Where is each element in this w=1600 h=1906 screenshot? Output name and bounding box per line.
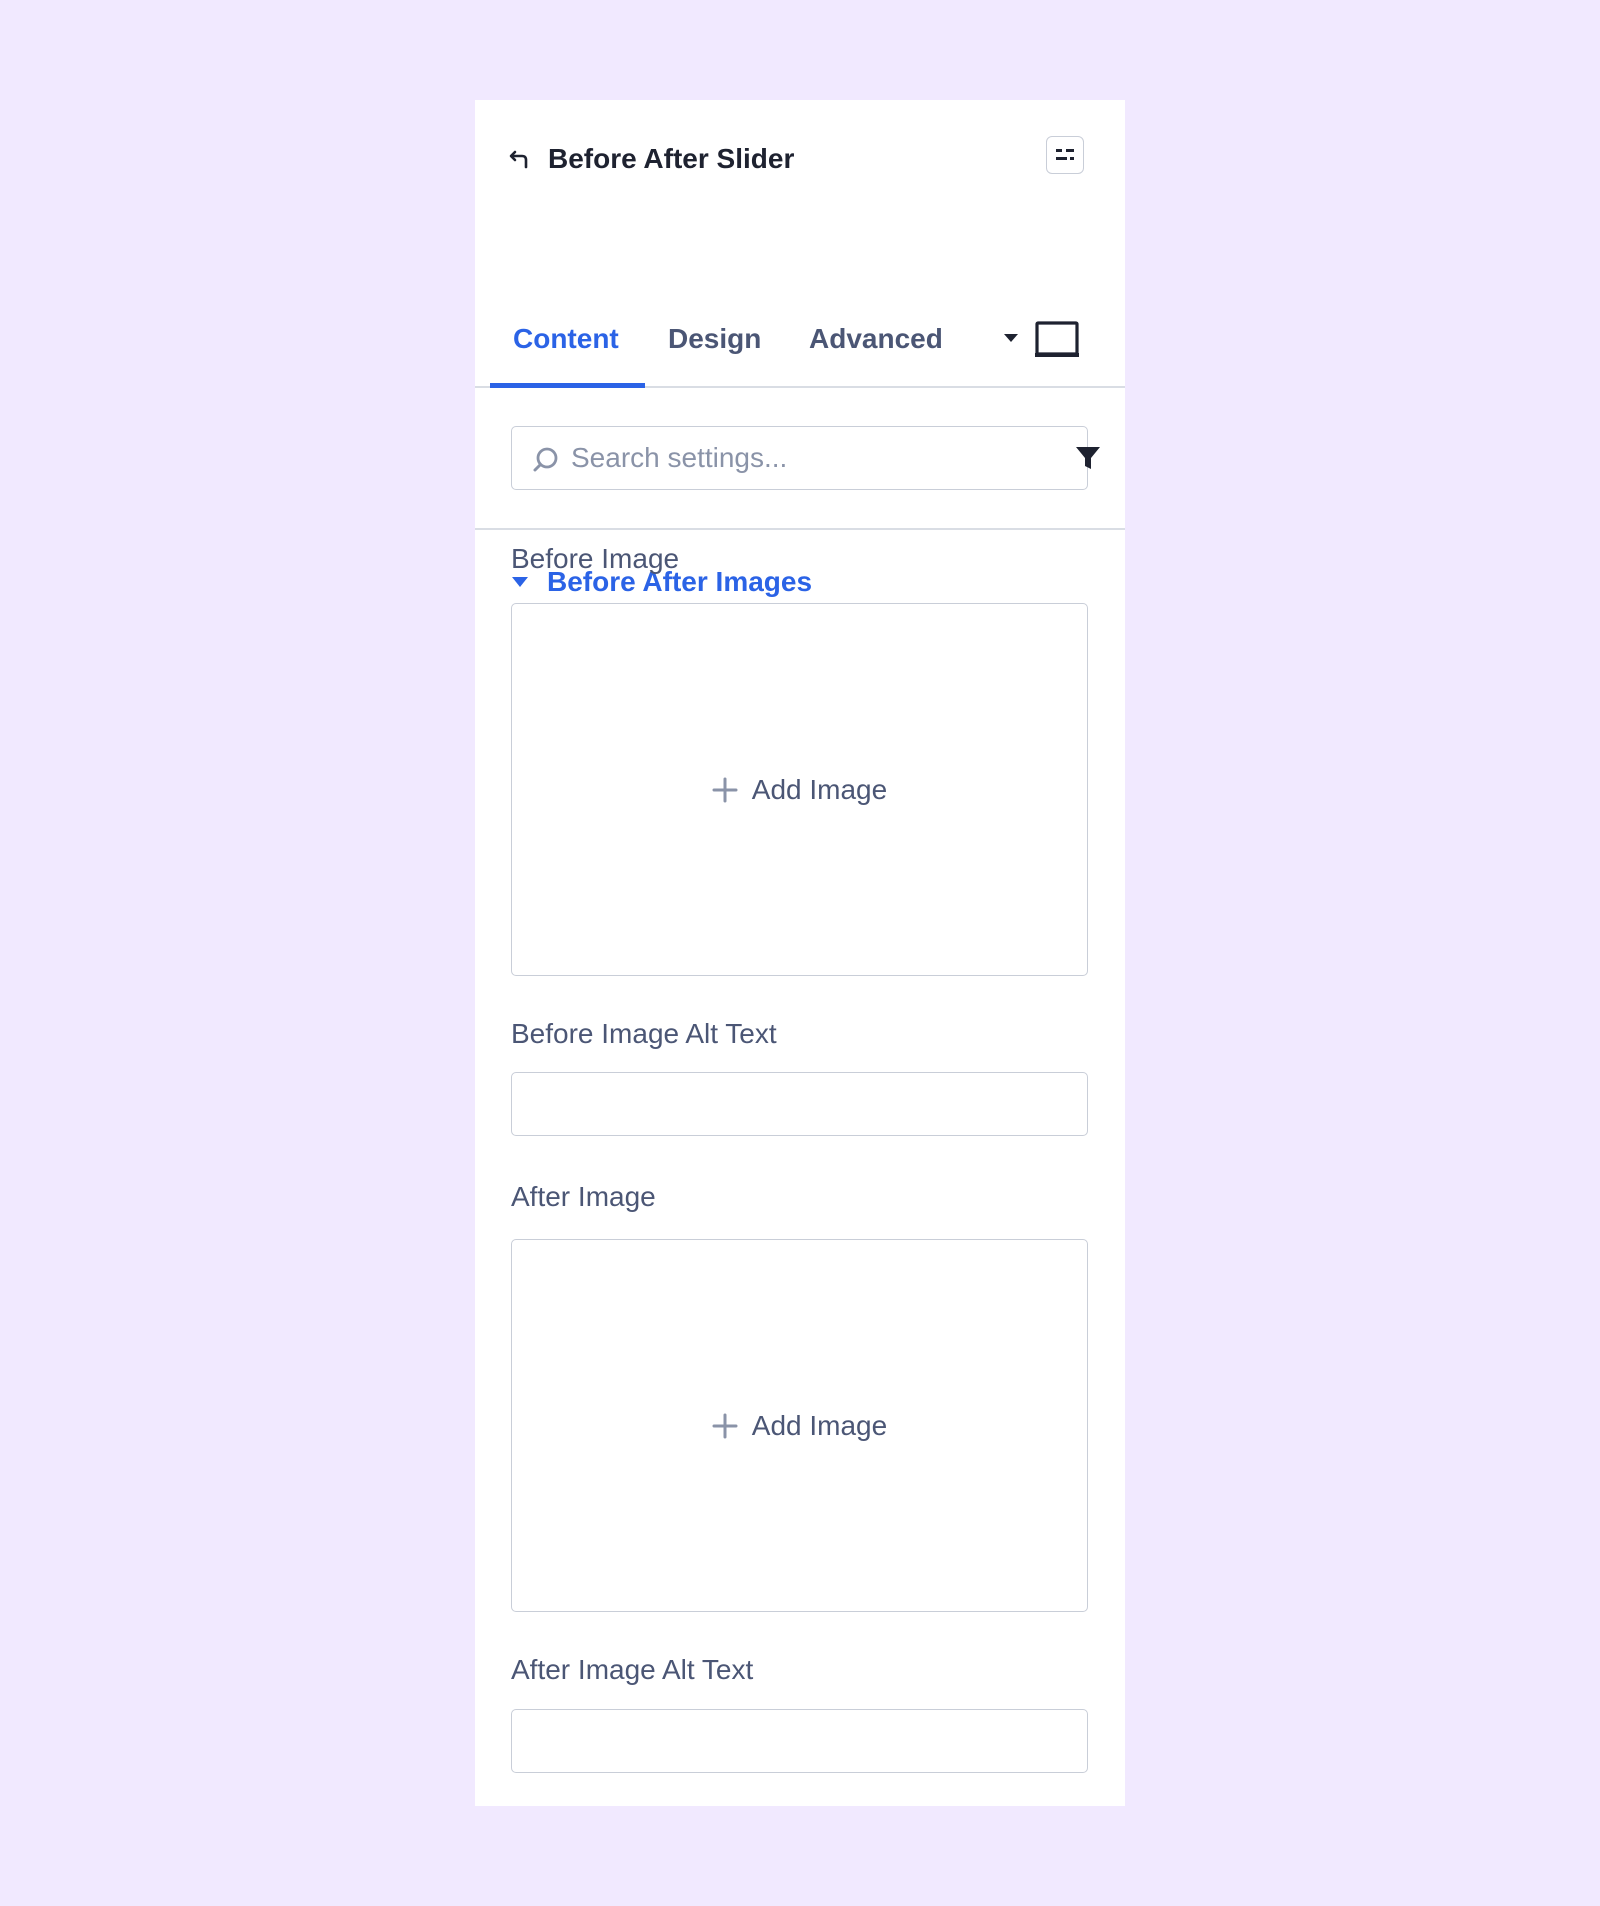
layout-toggle-button[interactable]	[1046, 136, 1084, 174]
before-image-dropzone[interactable]: Add Image	[511, 603, 1088, 976]
search-input[interactable]	[571, 437, 1011, 479]
add-before-image-button[interactable]: Add Image	[712, 773, 887, 807]
before-alt-text-field[interactable]	[511, 1072, 1088, 1136]
add-after-image-button[interactable]: Add Image	[712, 1409, 887, 1443]
device-dropdown-button[interactable]	[1001, 330, 1021, 346]
add-image-label: Add Image	[751, 773, 888, 805]
search-section	[475, 388, 1125, 530]
before-image-label: Before Image	[511, 543, 680, 574]
panel-header: Before After Slider	[475, 100, 1125, 220]
tab-content[interactable]: Content	[513, 322, 619, 356]
add-image-label: Add Image	[751, 1409, 888, 1441]
plus-icon	[712, 1413, 738, 1438]
after-alt-label: After Image Alt Text	[511, 1654, 754, 1685]
search-icon	[533, 447, 558, 472]
after-image-dropzone[interactable]: Add Image	[511, 1239, 1088, 1612]
desktop-device-button[interactable]	[1034, 320, 1080, 358]
after-alt-text-field[interactable]	[511, 1709, 1088, 1773]
settings-panel: Before After Slider Content Design Advan…	[475, 100, 1125, 1806]
tab-design[interactable]: Design	[668, 322, 761, 356]
caret-down-icon	[512, 577, 528, 587]
back-arrow-icon	[509, 150, 528, 169]
back-button[interactable]	[505, 144, 535, 174]
filter-icon[interactable]	[1074, 444, 1102, 472]
tab-advanced[interactable]: Advanced	[809, 322, 943, 356]
tab-bar: Content Design Advanced	[475, 218, 1125, 388]
plus-icon	[712, 777, 738, 802]
search-box	[511, 426, 1100, 490]
layout-toggle-icon	[1056, 149, 1074, 160]
after-image-label: After Image	[511, 1181, 656, 1212]
caret-down-icon	[1004, 334, 1018, 342]
desktop-icon	[1035, 321, 1079, 357]
before-alt-label: Before Image Alt Text	[511, 1018, 777, 1049]
panel-title: Before After Slider	[548, 143, 795, 174]
